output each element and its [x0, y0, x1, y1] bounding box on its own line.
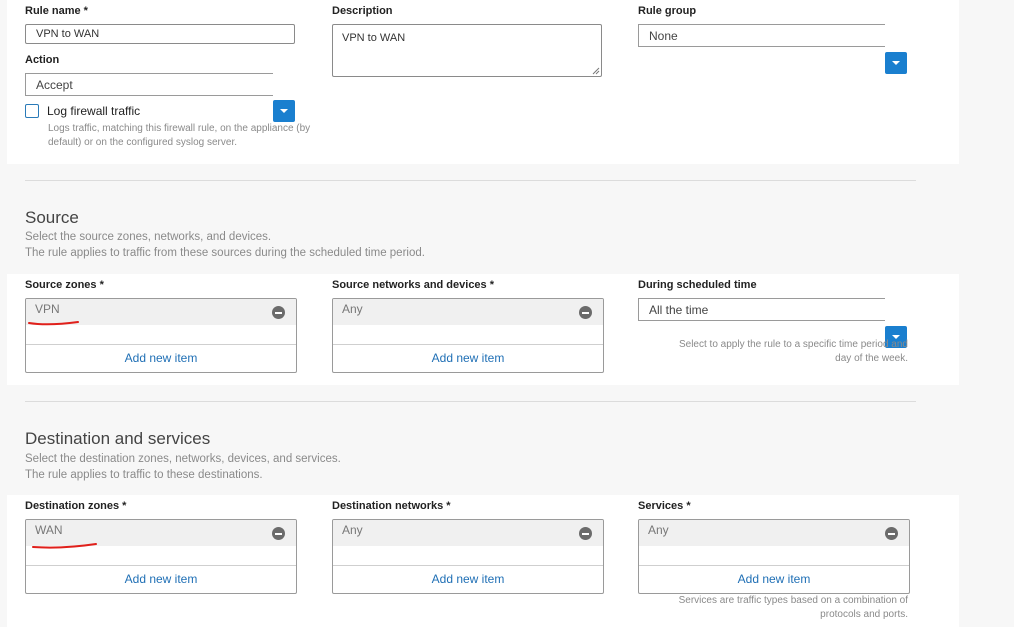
source-desc-line-2: The rule applies to traffic from these s… — [25, 247, 425, 259]
minus-circle-icon[interactable] — [272, 527, 285, 540]
annotation-underline — [28, 321, 79, 326]
source-zones-list: VPN Add new item — [25, 298, 297, 373]
source-zones-label: Source zones * — [25, 279, 104, 291]
source-networks-label: Source networks and devices * — [332, 279, 495, 291]
schedule-select[interactable]: All the time — [638, 298, 885, 321]
schedule-label: During scheduled time — [638, 279, 757, 291]
list-item[interactable]: Any — [333, 520, 603, 546]
description-textarea[interactable]: VPN to WAN — [332, 24, 602, 77]
add-destination-zone-button[interactable]: Add new item — [26, 565, 296, 593]
minus-circle-icon[interactable] — [579, 527, 592, 540]
resize-grip-icon[interactable] — [592, 67, 600, 75]
destination-desc-line-2: The rule applies to traffic to these des… — [25, 469, 263, 481]
schedule-help: Select to apply the rule to a specific t… — [648, 338, 908, 366]
destination-desc-line-1: Select the destination zones, networks, … — [25, 453, 341, 465]
action-label: Action — [25, 54, 60, 66]
destination-section-title: Destination and services — [25, 429, 211, 448]
source-section-title: Source — [25, 208, 79, 227]
rule-group-label: Rule group — [638, 5, 697, 17]
divider — [25, 401, 916, 402]
minus-circle-icon[interactable] — [885, 527, 898, 540]
rule-group-select[interactable]: None — [638, 24, 885, 47]
log-help-line-2: default) or on the configured syslog ser… — [48, 137, 237, 148]
service-value: Any — [648, 523, 669, 537]
services-help-line-2: protocols and ports. — [820, 609, 908, 620]
log-traffic-checkbox[interactable] — [25, 104, 39, 118]
list-item[interactable]: Any — [333, 299, 603, 325]
log-help-line-1: Logs traffic, matching this firewall rul… — [48, 123, 311, 134]
destination-networks-list: Any Add new item — [332, 519, 604, 594]
destination-zones-label: Destination zones * — [25, 500, 127, 512]
rule-group-dropdown-button[interactable] — [885, 52, 907, 74]
services-help-line-1: Services are traffic types based on a co… — [678, 595, 908, 606]
destination-zones-list: WAN Add new item — [25, 519, 297, 594]
destination-section-description: Select the destination zones, networks, … — [25, 451, 341, 483]
add-service-button[interactable]: Add new item — [639, 565, 909, 593]
schedule-help-line-1: Select to apply the rule to a specific t… — [678, 339, 908, 350]
destination-networks-label: Destination networks * — [332, 500, 451, 512]
source-networks-list: Any Add new item — [332, 298, 604, 373]
log-traffic-help: Logs traffic, matching this firewall rul… — [48, 122, 338, 150]
services-label: Services * — [638, 500, 691, 512]
add-source-zone-button[interactable]: Add new item — [26, 344, 296, 372]
description-label: Description — [332, 5, 393, 17]
rule-name-input[interactable]: VPN to WAN — [25, 24, 295, 44]
action-select[interactable]: Accept — [25, 73, 273, 96]
destination-network-value: Any — [342, 523, 363, 537]
divider — [25, 180, 916, 181]
schedule-help-line-2: day of the week. — [835, 353, 908, 364]
list-item[interactable]: Any — [639, 520, 909, 546]
chevron-down-icon — [280, 109, 288, 113]
source-zone-value: VPN — [35, 302, 60, 316]
minus-circle-icon[interactable] — [579, 306, 592, 319]
annotation-underline — [32, 543, 97, 549]
services-list: Any Add new item — [638, 519, 910, 594]
add-destination-network-button[interactable]: Add new item — [333, 565, 603, 593]
chevron-down-icon — [892, 61, 900, 65]
description-text: VPN to WAN — [342, 32, 406, 44]
services-help: Services are traffic types based on a co… — [648, 594, 908, 622]
action-dropdown-button[interactable] — [273, 100, 295, 122]
rule-name-label: Rule name * — [25, 5, 88, 17]
source-section-description: Select the source zones, networks, and d… — [25, 229, 425, 261]
source-desc-line-1: Select the source zones, networks, and d… — [25, 231, 272, 243]
add-source-network-button[interactable]: Add new item — [333, 344, 603, 372]
minus-circle-icon[interactable] — [272, 306, 285, 319]
log-traffic-label: Log firewall traffic — [47, 104, 141, 118]
source-network-value: Any — [342, 302, 363, 316]
destination-zone-value: WAN — [35, 523, 63, 537]
